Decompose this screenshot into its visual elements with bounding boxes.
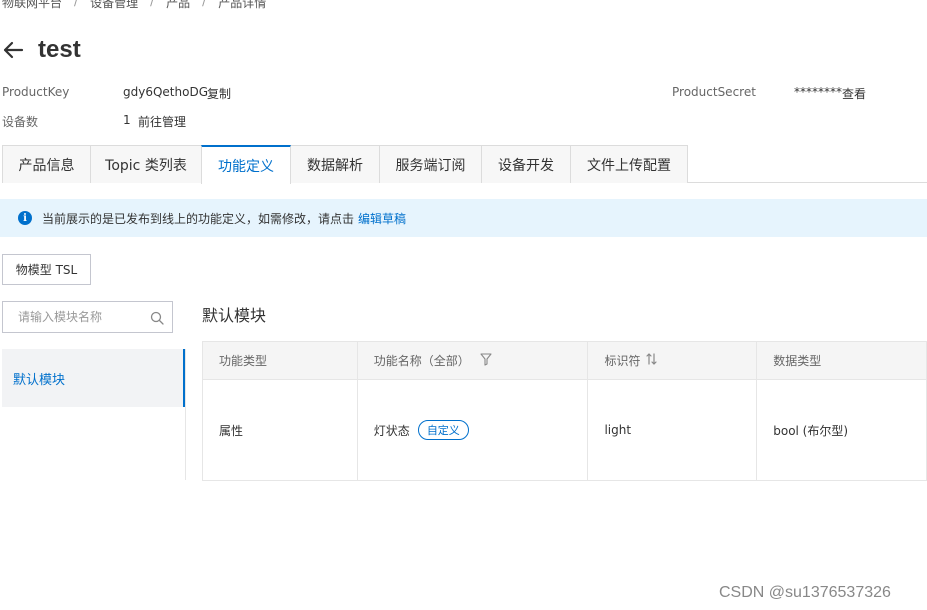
breadcrumb-item-device-management[interactable]: 设备管理 xyxy=(90,0,138,12)
tab-bar: 产品信息 Topic 类列表 功能定义 数据解析 服务端订阅 设备开发 文件上传… xyxy=(2,145,927,184)
product-secret-value: ******** xyxy=(794,85,842,99)
breadcrumb-item-iot-platform[interactable]: 物联网平台 xyxy=(2,0,62,12)
page-title: test xyxy=(38,36,81,63)
sort-icon[interactable] xyxy=(646,353,658,368)
table-row: 属性 灯状态 自定义 light bool (布尔型) xyxy=(203,380,927,480)
view-secret-link[interactable]: 查看 xyxy=(842,85,866,102)
edit-draft-link[interactable]: 编辑草稿 xyxy=(358,210,406,227)
module-search-input[interactable] xyxy=(18,310,146,324)
breadcrumb-separator: / xyxy=(74,0,79,8)
header-label: 数据类型 xyxy=(773,354,822,368)
header-label: 标识符 xyxy=(604,354,641,368)
cell-function-type: 属性 xyxy=(203,380,358,480)
info-icon: i xyxy=(18,211,32,225)
section-title: 默认模块 xyxy=(202,306,267,325)
cell-function-name: 灯状态 自定义 xyxy=(358,380,589,480)
product-key-label: ProductKey xyxy=(2,85,70,99)
cell-identifier: light xyxy=(588,380,758,480)
function-name: 灯状态 xyxy=(373,423,410,438)
tab-data-parsing[interactable]: 数据解析 xyxy=(290,145,380,183)
back-arrow-icon[interactable] xyxy=(2,40,24,60)
product-key-row: ProductKey gdy6QethoDG 复制 xyxy=(2,85,302,101)
notice-text: 当前展示的是已发布到线上的功能定义，如需修改，请点击 xyxy=(42,211,355,226)
header-data-type: 数据类型 xyxy=(757,342,927,380)
product-secret-row: ProductSecret ******** 查看 xyxy=(672,85,892,101)
info-notice: i 当前展示的是已发布到线上的功能定义，如需修改，请点击 编辑草稿 xyxy=(0,199,927,237)
manage-devices-link[interactable]: 前往管理 xyxy=(138,113,186,130)
filter-icon[interactable] xyxy=(480,352,492,369)
table-header-row: 功能类型 功能名称（全部） 标识符 数据类型 xyxy=(203,342,927,380)
header-function-type: 功能类型 xyxy=(203,342,358,380)
module-item-default[interactable]: 默认模块 xyxy=(2,349,185,407)
breadcrumb: 物联网平台 / 设备管理 / 产品 / 产品详情 xyxy=(2,0,266,12)
page-header: test xyxy=(2,34,81,66)
tab-function-definition[interactable]: 功能定义 xyxy=(201,145,291,184)
breadcrumb-item-product[interactable]: 产品 xyxy=(166,0,190,12)
watermark: CSDN @su1376537326 xyxy=(719,584,891,601)
device-count-row: 设备数 1 前往管理 xyxy=(2,113,302,129)
header-label: 功能名称（全部） xyxy=(373,354,470,368)
tab-server-subscription[interactable]: 服务端订阅 xyxy=(379,145,482,183)
module-divider xyxy=(185,349,186,480)
tab-file-upload-config[interactable]: 文件上传配置 xyxy=(570,145,688,183)
tab-device-development[interactable]: 设备开发 xyxy=(481,145,571,183)
product-key-value: gdy6QethoDG xyxy=(123,85,208,99)
header-identifier: 标识符 xyxy=(588,342,758,380)
breadcrumb-item-product-detail: 产品详情 xyxy=(218,0,267,10)
tsl-button[interactable]: 物模型 TSL xyxy=(2,254,91,285)
device-count-label: 设备数 xyxy=(2,115,39,129)
header-label: 功能类型 xyxy=(219,354,268,368)
breadcrumb-separator: / xyxy=(150,0,155,8)
tab-product-info[interactable]: 产品信息 xyxy=(2,145,91,183)
header-function-name: 功能名称（全部） xyxy=(357,342,589,380)
function-table: 功能类型 功能名称（全部） 标识符 数据类型 属性 灯状态 自定义 light … xyxy=(202,341,927,481)
cell-data-type: bool (布尔型) xyxy=(757,380,927,480)
product-secret-label: ProductSecret xyxy=(672,85,756,99)
custom-tag: 自定义 xyxy=(417,420,469,440)
module-search-field[interactable] xyxy=(2,301,173,333)
search-icon[interactable] xyxy=(150,311,164,325)
breadcrumb-separator: / xyxy=(202,0,207,8)
copy-link[interactable]: 复制 xyxy=(207,85,231,102)
tab-topic-list[interactable]: Topic 类列表 xyxy=(90,145,202,183)
device-count-value: 1 xyxy=(123,113,131,127)
